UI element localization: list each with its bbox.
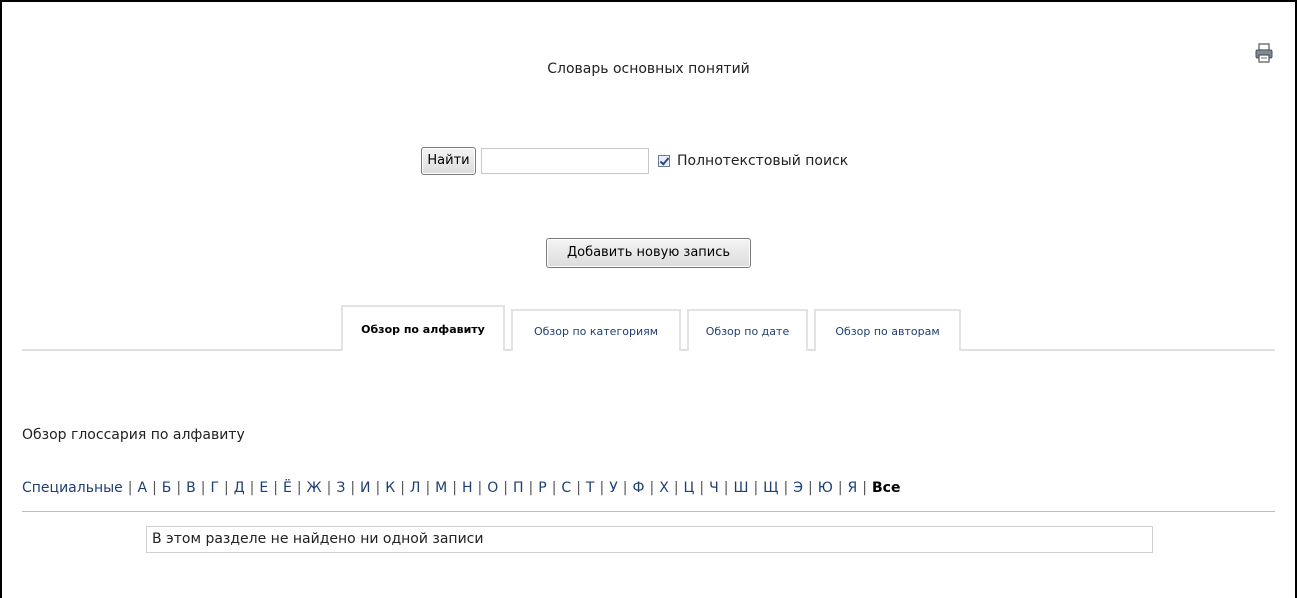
letter-separator: | xyxy=(127,480,133,496)
letter-link[interactable]: Р xyxy=(538,480,546,496)
letter-link[interactable]: Ё xyxy=(283,480,292,496)
letter-link[interactable]: Ф xyxy=(632,480,644,496)
letter-separator: | xyxy=(224,480,229,496)
fulltext-checkbox[interactable] xyxy=(658,155,670,167)
letter-link[interactable]: Щ xyxy=(763,480,778,496)
letter-separator: | xyxy=(326,480,332,496)
letter-separator: | xyxy=(599,480,605,496)
letter-separator: | xyxy=(673,480,679,496)
letter-separator: | xyxy=(576,480,581,496)
letter-separator: | xyxy=(249,480,255,496)
letter-link[interactable]: М xyxy=(435,480,447,496)
letter-separator: | xyxy=(862,480,867,496)
search-input[interactable] xyxy=(481,148,649,174)
letter-link[interactable]: Б xyxy=(162,480,172,496)
tab-alphabet[interactable]: Обзор по алфавиту xyxy=(341,305,505,351)
letter-link[interactable]: Ю xyxy=(818,480,833,496)
letter-link[interactable]: К xyxy=(385,480,395,496)
letter-separator: | xyxy=(807,480,813,496)
letter-link[interactable]: Е xyxy=(259,480,268,496)
alphabet-index: Специальные | А | Б | В | Г | Д | Е | Ё | Ж | З | И | К | Л | М | Н |… xyxy=(22,480,900,496)
letter-separator: | xyxy=(152,480,157,496)
letter-link[interactable]: У xyxy=(609,480,618,496)
active-tab-gap xyxy=(343,348,503,352)
letter-separator: | xyxy=(753,480,759,496)
letter-link[interactable]: Э xyxy=(793,480,803,496)
page-frame xyxy=(0,0,1297,598)
letter-separator: | xyxy=(503,480,508,496)
letter-separator: | xyxy=(649,480,655,496)
letter-link[interactable]: Я xyxy=(848,480,858,496)
browse-heading: Обзор глоссария по алфавиту xyxy=(22,427,245,443)
letter-separator: | xyxy=(783,480,789,496)
letter-separator: | xyxy=(723,480,729,496)
letter-link[interactable]: А xyxy=(138,480,148,496)
letter-link[interactable]: Н xyxy=(462,480,473,496)
find-button[interactable]: Найти xyxy=(421,147,476,175)
letter-link[interactable]: В xyxy=(186,480,196,496)
letter-link[interactable]: Д xyxy=(234,480,245,496)
tab-categories[interactable]: Обзор по категориям xyxy=(511,309,681,351)
letter-link[interactable]: Ж xyxy=(307,480,322,496)
letter-link[interactable]: З xyxy=(336,480,345,496)
letter-separator: | xyxy=(452,480,457,496)
letter-separator: | xyxy=(699,480,705,496)
letter-separator: | xyxy=(350,480,356,496)
letter-separator: | xyxy=(400,480,405,496)
letter-separator: | xyxy=(528,480,534,496)
letter-link[interactable]: П xyxy=(513,480,524,496)
letter-link[interactable]: Ч xyxy=(709,480,719,496)
letter-link[interactable]: О xyxy=(487,480,498,496)
letter-separator: | xyxy=(375,480,381,496)
letter-link[interactable]: Т xyxy=(586,480,595,496)
letter-special-link[interactable]: Специальные xyxy=(22,480,123,496)
tab-date[interactable]: Обзор по дате xyxy=(687,309,808,351)
letter-separator: | xyxy=(477,480,483,496)
letter-separator: | xyxy=(425,480,431,496)
letter-link[interactable]: Ш xyxy=(733,480,748,496)
fulltext-label: Полнотекстовый поиск xyxy=(677,153,849,169)
browse-tabs: Обзор по алфавиту Обзор по категориям Об… xyxy=(341,305,967,351)
letter-link[interactable]: Л xyxy=(410,480,421,496)
alphabet-divider xyxy=(22,511,1275,512)
letter-separator: | xyxy=(176,480,182,496)
printer-icon[interactable] xyxy=(1255,43,1273,63)
letter-link[interactable]: Х xyxy=(659,480,669,496)
empty-result-message: В этом разделе не найдено ни одной запис… xyxy=(146,526,1153,553)
letter-link[interactable]: Ц xyxy=(684,480,695,496)
letter-separator: | xyxy=(551,480,557,496)
letter-separator: | xyxy=(837,480,843,496)
letter-separator: | xyxy=(622,480,628,496)
tab-authors[interactable]: Обзор по авторам xyxy=(814,309,961,351)
page-title: Словарь основных понятий xyxy=(547,61,750,77)
search-bar: Найти Полнотекстовый поиск xyxy=(421,147,848,175)
letter-link[interactable]: И xyxy=(360,480,370,496)
add-entry-button[interactable]: Добавить новую запись xyxy=(546,238,751,268)
letter-all-current: Все xyxy=(871,480,901,496)
letter-separator: | xyxy=(200,480,206,496)
letter-link[interactable]: Г xyxy=(210,480,219,496)
letter-separator: | xyxy=(296,480,302,496)
letter-link[interactable]: С xyxy=(561,480,571,496)
letter-separator: | xyxy=(273,480,278,496)
